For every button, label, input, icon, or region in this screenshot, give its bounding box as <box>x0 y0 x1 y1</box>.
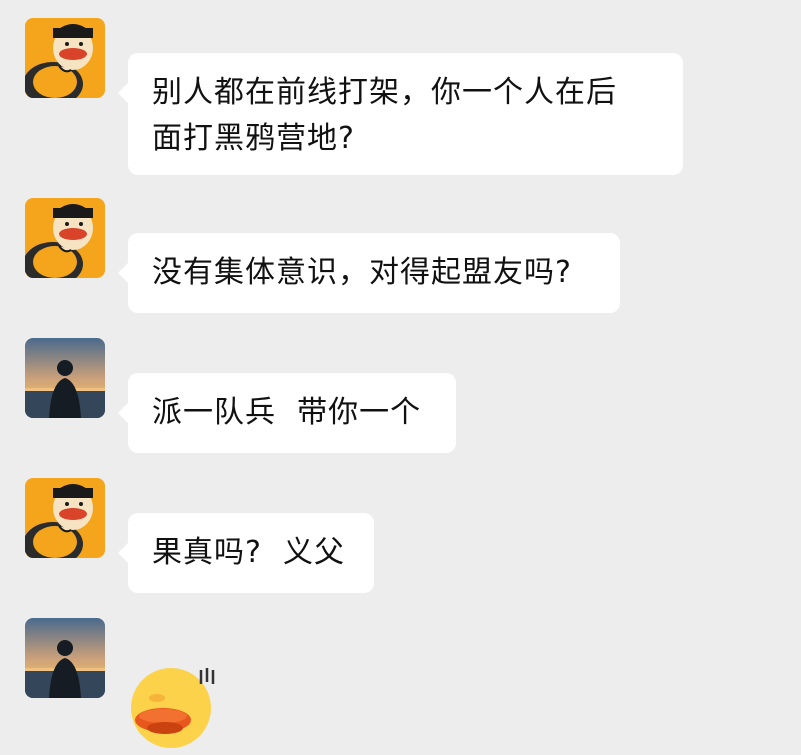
message-text: 派一队兵 带你一个 <box>152 395 422 430</box>
sticker-message[interactable] <box>127 658 219 750</box>
avatar-cartoon[interactable] <box>25 478 105 558</box>
avatar-silhouette[interactable] <box>25 618 105 698</box>
cartoon-avatar-icon <box>25 198 105 278</box>
message-text-line: 别人都在前线打架，你一个人在后 <box>152 75 617 110</box>
avatar-silhouette[interactable] <box>25 338 105 418</box>
avatar-cartoon[interactable] <box>25 18 105 98</box>
message-bubble[interactable]: 果真吗? 义父 <box>118 513 374 593</box>
avatar-cartoon[interactable] <box>25 198 105 278</box>
pouting-duck-emoji-icon <box>131 668 215 748</box>
message-bubble[interactable]: 别人都在前线打架，你一个人在后 面打黑鸦营地? <box>118 53 683 175</box>
silhouette-avatar-icon <box>25 618 105 698</box>
message-text: 果真吗? 义父 <box>152 535 345 570</box>
silhouette-avatar-icon <box>25 338 105 418</box>
cartoon-avatar-icon <box>25 18 105 98</box>
message-bubble[interactable]: 没有集体意识，对得起盟友吗? <box>118 233 620 313</box>
message-bubble[interactable]: 派一队兵 带你一个 <box>118 373 456 453</box>
message-text-line: 面打黑鸦营地? <box>152 121 355 156</box>
cartoon-avatar-icon <box>25 478 105 558</box>
chat-window: 别人都在前线打架，你一个人在后 面打黑鸦营地? 没有集体意识，对得起盟友吗? 派… <box>0 0 801 755</box>
message-text: 没有集体意识，对得起盟友吗? <box>152 255 572 290</box>
